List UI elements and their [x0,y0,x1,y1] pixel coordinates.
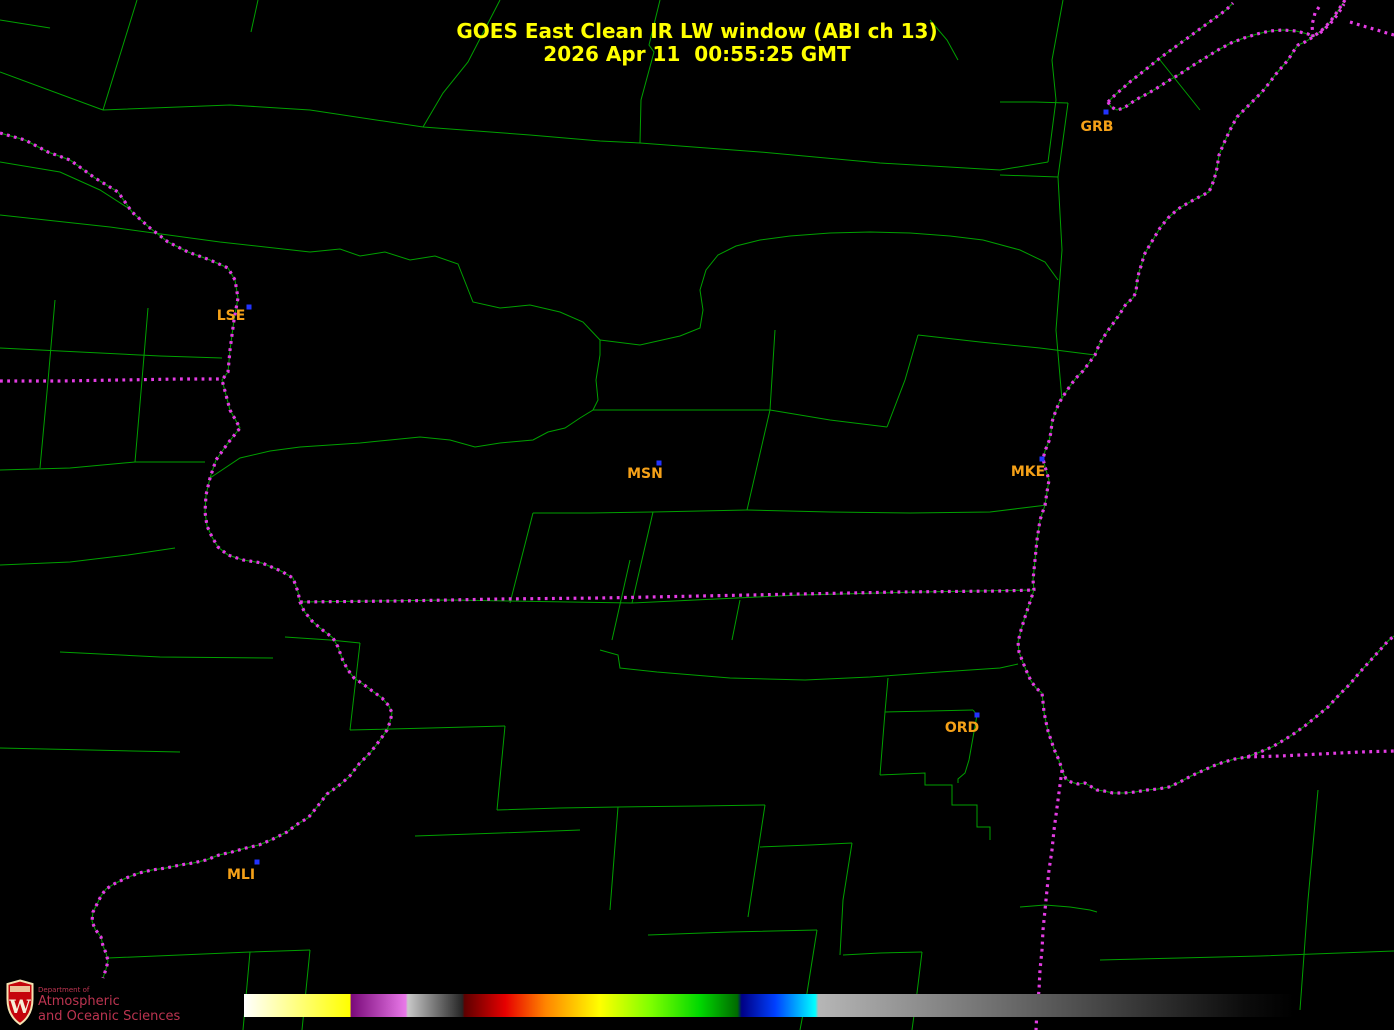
county-line-19 [39,380,49,469]
station-label-MKE: MKE [1011,464,1045,480]
county-line-2 [0,71,104,111]
county-line-24 [982,239,1059,281]
county-line-20 [134,379,143,463]
goes-satellite-image-page: { "title": { "line1": "GOES East Clean I… [0,0,1394,1030]
county-line-18 [141,307,149,381]
county-line-63 [1019,904,1098,913]
svg-text:W: W [8,996,31,1018]
uw-crest-icon: W [6,979,34,1026]
image-title: GOES East Clean IR LW window (ABI ch 13)… [0,20,1394,66]
station-dot-MSN [656,460,662,466]
county-line-11 [1000,101,1069,104]
mn-ia-border-dotted [0,377,222,383]
county-line-28 [769,409,888,428]
county-line-48 [0,747,181,753]
county-line-68 [242,951,251,1030]
county-line-57 [759,842,853,848]
logo-text: Department of Atmospheric and Oceanic Sc… [38,979,181,1024]
station-dot-LSE [246,304,252,310]
county-line-25 [209,340,601,479]
county-line-56 [609,806,619,911]
county-line-29 [886,334,919,428]
county-line-54 [617,804,766,808]
county-line-12 [999,102,1069,178]
county-line-65 [1099,950,1394,961]
station-label-MLI: MLI [227,867,255,883]
station-dot-GRB [1103,109,1109,115]
in-mi-border-dotted [1246,749,1394,759]
station-dot-ORD [974,712,980,718]
satellite-map: GRB LSE MSN MKE ORD MLI [0,0,1394,1030]
temperature-colorbar [244,994,1294,1017]
county-line-33 [631,511,654,604]
station-marker-MSN: MSN [627,460,663,482]
county-line-38 [731,599,741,641]
county-line-37 [611,559,631,641]
county-line-6 [422,126,641,144]
county-line-47 [284,636,361,644]
county-line-66 [107,949,311,959]
county-line-8 [639,142,1049,171]
county-line-64 [1299,789,1319,1011]
county-line-50 [349,725,506,731]
station-label-LSE: LSE [217,308,246,324]
county-line-62 [911,951,923,1030]
county-line-55 [747,804,766,918]
county-line-58 [839,842,853,956]
station-dot-MLI [254,859,260,865]
county-line-41 [884,677,889,713]
station-marker-MKE: MKE [1011,456,1045,480]
logo-dept-of: Department of [38,986,90,994]
lake-michigan-shoreline-dotted [1016,0,1394,795]
county-line-21 [0,461,205,471]
county-line-35 [746,504,1048,514]
county-line-30 [917,334,1096,356]
mississippi-river-border-dotted [0,131,394,979]
mississippi-river-border-shore-line [0,132,393,979]
county-line-34 [746,409,771,511]
county-line-13 [1055,176,1063,401]
station-marker-GRB: GRB [1081,109,1114,135]
county-line-16 [309,248,601,341]
logo-line-atmospheric: Atmospheric [38,994,120,1009]
county-line-52 [496,806,619,811]
county-line-22 [0,347,223,359]
county-line-17 [47,299,56,382]
county-line-67 [301,949,311,1030]
county-line-49 [349,642,361,731]
county-line-51 [496,725,506,811]
station-label-GRB: GRB [1081,119,1114,135]
county-line-69 [1159,59,1201,111]
county-line-32 [533,509,748,514]
uw-aos-logo: W Department of Atmospheric and Oceanic … [5,979,180,1026]
county-line-31 [509,512,534,604]
county-line-61 [842,951,923,956]
county-line-59 [647,929,818,936]
county-line-53 [414,829,581,837]
title-line-1: GOES East Clean IR LW window (ABI ch 13) [456,19,938,43]
station-label-ORD: ORD [945,720,979,736]
il-in-border-dotted [1034,769,1064,1030]
county-line-39 [0,547,176,566]
station-dot-MKE [1039,456,1045,462]
station-marker-LSE: LSE [217,304,252,324]
county-line-27 [769,329,776,411]
title-line-2: 2026 Apr 11 00:55:25 GMT [543,42,851,66]
county-line-43 [879,711,886,776]
county-line-42 [884,709,974,713]
county-line-46 [59,651,274,659]
station-label-MSN: MSN [627,466,663,482]
county-line-40 [599,649,1019,681]
station-marker-MLI: MLI [227,859,260,883]
county-line-4 [102,104,424,128]
county-line-23 [599,231,984,346]
station-marker-ORD: ORD [945,712,980,736]
county-line-45 [879,772,991,840]
logo-line-oceanic: and Oceanic Sciences [38,1009,181,1024]
county-line-14 [0,161,129,209]
lake-michigan-shoreline-shore-line [1017,0,1394,794]
